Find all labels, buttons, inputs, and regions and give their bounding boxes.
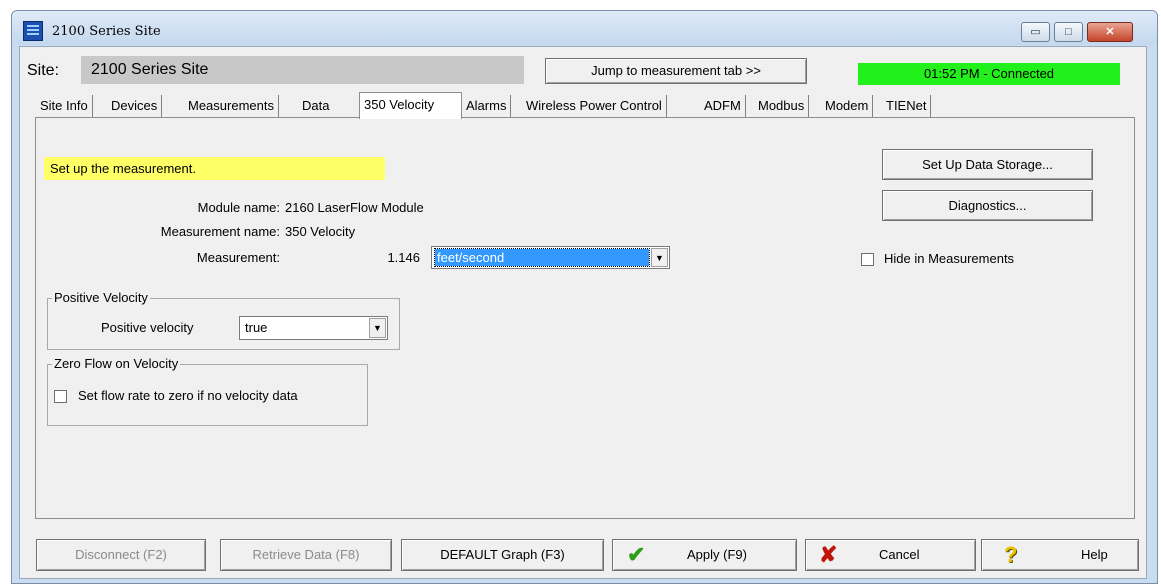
tab-wireless-power-control[interactable]: Wireless Power Control bbox=[522, 95, 667, 117]
tab-measurements[interactable]: Measurements bbox=[184, 95, 279, 117]
site-label: Site: bbox=[27, 62, 60, 79]
cancel-label: Cancel bbox=[879, 547, 920, 562]
measurement-value: 1.146 bbox=[387, 250, 420, 265]
tab-site-info[interactable]: Site Info bbox=[36, 95, 93, 117]
close-icon: ✕ bbox=[1105, 26, 1115, 38]
tab-tienet[interactable]: TIENet bbox=[882, 95, 932, 117]
minimize-icon: ▭ bbox=[1030, 26, 1041, 38]
measurement-unit-select[interactable]: feet/second ▼ bbox=[431, 246, 670, 269]
hide-in-measurements-label: Hide in Measurements bbox=[884, 251, 1015, 266]
maximize-button[interactable]: □ bbox=[1054, 22, 1083, 42]
tab-alarms[interactable]: Alarms bbox=[462, 95, 512, 117]
disconnect-button[interactable]: Disconnect (F2) bbox=[36, 539, 206, 571]
module-name-label: Module name: bbox=[197, 200, 280, 215]
measurement-name-value: 350 Velocity bbox=[285, 224, 356, 239]
help-button[interactable]: ? Help bbox=[981, 539, 1139, 571]
tab-350-velocity[interactable]: 350 Velocity bbox=[359, 92, 462, 119]
positive-velocity-select[interactable]: true ▼ bbox=[239, 316, 388, 340]
cancel-button[interactable]: ✘ Cancel bbox=[805, 539, 976, 571]
jump-to-measurement-button[interactable]: Jump to measurement tab >> bbox=[545, 58, 807, 84]
app-icon bbox=[23, 21, 43, 41]
minimize-button[interactable]: ▭ bbox=[1021, 22, 1050, 42]
module-name-value: 2160 LaserFlow Module bbox=[285, 200, 424, 215]
app-window: 2100 Series Site ▭ □ ✕ Site: 2100 Series… bbox=[11, 10, 1158, 584]
zero-flow-checkbox-label: Set flow rate to zero if no velocity dat… bbox=[78, 388, 298, 403]
set-up-data-storage-button[interactable]: Set Up Data Storage... bbox=[882, 149, 1093, 180]
default-graph-button[interactable]: DEFAULT Graph (F3) bbox=[401, 539, 604, 571]
apply-button[interactable]: ✔ Apply (F9) bbox=[612, 539, 797, 571]
help-label: Help bbox=[1081, 547, 1108, 562]
hide-in-measurements-checkbox[interactable] bbox=[861, 253, 874, 266]
zero-flow-group-title: Zero Flow on Velocity bbox=[52, 356, 181, 371]
instruction-banner: Set up the measurement. bbox=[44, 157, 385, 180]
dropdown-arrow-icon[interactable]: ▼ bbox=[651, 248, 668, 267]
x-mark-icon: ✘ bbox=[819, 542, 838, 567]
measurement-label: Measurement: bbox=[196, 250, 280, 265]
zero-flow-checkbox[interactable] bbox=[54, 390, 67, 403]
title-bar: 2100 Series Site ▭ □ ✕ bbox=[12, 11, 1157, 45]
window-title: 2100 Series Site bbox=[52, 24, 161, 39]
positive-velocity-group-title: Positive Velocity bbox=[52, 290, 150, 305]
connection-status: 01:52 PM - Connected bbox=[858, 63, 1120, 85]
tab-adfm[interactable]: ADFM bbox=[700, 95, 746, 117]
apply-label: Apply (F9) bbox=[687, 547, 747, 562]
dropdown-arrow-icon[interactable]: ▼ bbox=[369, 318, 386, 338]
retrieve-data-button[interactable]: Retrieve Data (F8) bbox=[220, 539, 392, 571]
help-icon: ? bbox=[1004, 542, 1018, 567]
positive-velocity-label: Positive velocity bbox=[101, 320, 194, 335]
measurement-unit-value: feet/second bbox=[434, 248, 650, 267]
tab-devices[interactable]: Devices bbox=[107, 95, 163, 117]
site-name-field: 2100 Series Site bbox=[81, 56, 524, 84]
diagnostics-button[interactable]: Diagnostics... bbox=[882, 190, 1093, 221]
client-area: Site: 2100 Series Site Jump to measureme… bbox=[19, 46, 1147, 579]
tab-data[interactable]: Data bbox=[298, 95, 333, 117]
positive-velocity-value: true bbox=[245, 320, 268, 335]
maximize-icon: □ bbox=[1065, 26, 1072, 38]
tab-modbus[interactable]: Modbus bbox=[754, 95, 810, 117]
tab-modem[interactable]: Modem bbox=[821, 95, 874, 117]
measurement-name-label: Measurement name: bbox=[160, 224, 280, 239]
close-button[interactable]: ✕ bbox=[1087, 22, 1133, 42]
checkmark-icon: ✔ bbox=[627, 542, 646, 567]
